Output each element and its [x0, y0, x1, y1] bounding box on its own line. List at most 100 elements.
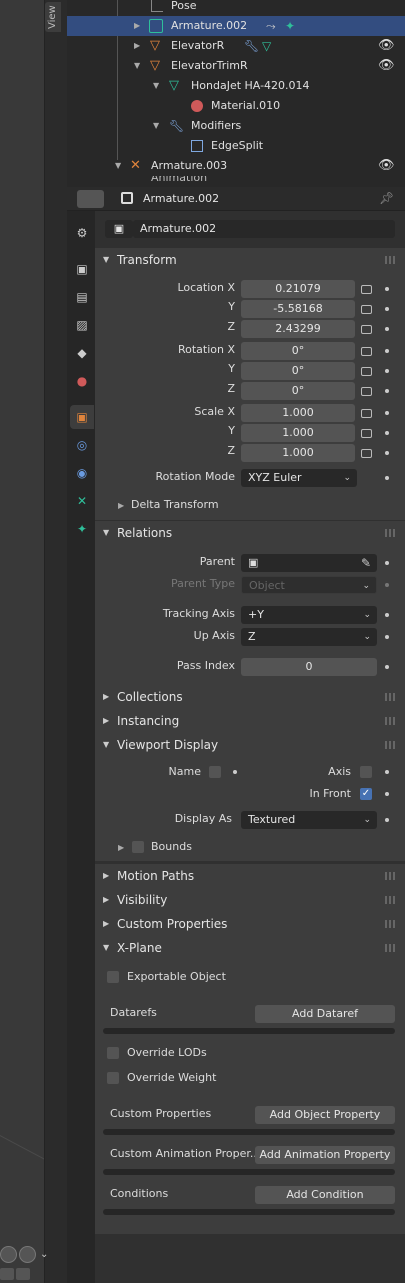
bone-icon[interactable]: ✦	[285, 16, 295, 36]
lock-icon[interactable]	[361, 387, 372, 396]
keyframe-dot-icon[interactable]	[233, 770, 237, 774]
custom-properties-panel-header[interactable]: ▶ Custom Properties	[95, 912, 405, 936]
parent-type-select[interactable]: Object ⌄	[241, 576, 377, 594]
drag-grip-icon[interactable]	[385, 717, 397, 725]
bounds-subpanel[interactable]: Bounds	[151, 840, 192, 853]
keyframe-dot-icon[interactable]	[385, 561, 389, 565]
mode-icon[interactable]	[0, 1268, 14, 1280]
outliner-row-hondajet[interactable]: ▼ ▽ HondaJet HA-420.014	[67, 76, 405, 96]
world-tab-icon[interactable]: ●	[70, 369, 94, 393]
view-tab[interactable]: View	[45, 2, 61, 32]
expand-arrow-icon[interactable]: ▼	[134, 56, 140, 76]
outliner-row-pose[interactable]: Pose	[67, 0, 405, 16]
xplane-panel-header[interactable]: ▼ X-Plane	[95, 936, 405, 960]
chevron-down-icon[interactable]: ⌄	[40, 1249, 48, 1260]
mesh-data-icon[interactable]: ▽	[262, 36, 271, 56]
drag-grip-icon[interactable]	[385, 256, 397, 264]
add-animation-property-button[interactable]: Add Animation Property	[255, 1146, 395, 1164]
delta-transform-subpanel[interactable]: Delta Transform	[131, 498, 219, 511]
drag-grip-icon[interactable]	[385, 529, 397, 537]
keyframe-dot-icon[interactable]	[385, 307, 389, 311]
name-checkbox[interactable]	[209, 766, 221, 778]
motion-paths-panel-header[interactable]: ▶ Motion Paths	[95, 864, 405, 888]
outliner-row-animation[interactable]: Animation	[67, 176, 405, 187]
lock-icon[interactable]	[361, 429, 372, 438]
up-axis-select[interactable]: Z ⌄	[241, 628, 377, 646]
keyframe-dot-icon[interactable]	[385, 818, 389, 822]
outliner-row-edgesplit[interactable]: EdgeSplit	[67, 136, 405, 156]
location-z-field[interactable]: 2.43299	[241, 320, 355, 338]
keyframe-dot-icon[interactable]	[385, 451, 389, 455]
tool-tab-icon[interactable]: ⚙	[70, 221, 94, 245]
override-lods-checkbox[interactable]	[107, 1047, 119, 1059]
output-tab-icon[interactable]: ▤	[70, 285, 94, 309]
physics-tab-icon[interactable]: ◎	[70, 433, 94, 457]
keyframe-dot-icon[interactable]	[385, 476, 389, 480]
eye-icon[interactable]: 👁︎	[378, 156, 395, 176]
editor-type-button[interactable]	[77, 190, 104, 208]
location-x-field[interactable]: 0.21079	[241, 280, 355, 298]
outliner-row-elevatorr[interactable]: ▶ ▽ ElevatorR 🔧︎ ▽ 👁︎	[67, 36, 405, 56]
add-dataref-button[interactable]: Add Dataref	[255, 1005, 395, 1023]
scale-y-field[interactable]: 1.000	[241, 424, 355, 442]
outliner-row-armature-002[interactable]: ▶ Armature.002 ⤳ ✦	[67, 16, 405, 36]
location-y-field[interactable]: -5.58168	[241, 300, 355, 318]
expand-arrow-icon[interactable]: ▼	[153, 76, 159, 96]
keyframe-dot-icon[interactable]	[385, 665, 389, 669]
tracking-axis-select[interactable]: +Y ⌄	[241, 606, 377, 624]
bounds-checkbox[interactable]	[132, 841, 144, 853]
add-object-property-button[interactable]: Add Object Property	[255, 1106, 395, 1124]
eyedropper-icon[interactable]: ✎	[361, 554, 371, 572]
3d-viewport[interactable]: View ⌄	[0, 0, 67, 1283]
visibility-panel-header[interactable]: ▶ Visibility	[95, 888, 405, 912]
render-tab-icon[interactable]: ▣	[70, 257, 94, 281]
lock-icon[interactable]	[361, 347, 372, 356]
add-condition-button[interactable]: Add Condition	[255, 1186, 395, 1204]
override-weight-checkbox[interactable]	[107, 1072, 119, 1084]
object-browse-button[interactable]: ▣︎	[105, 220, 133, 238]
material-shading-icon[interactable]	[19, 1245, 36, 1263]
viewport-display-panel-header[interactable]: ▼ Viewport Display	[95, 733, 405, 757]
axis-checkbox[interactable]	[360, 766, 372, 778]
drag-grip-icon[interactable]	[385, 872, 397, 880]
expand-arrow-icon[interactable]: ▶	[134, 36, 140, 56]
display-as-select[interactable]: Textured ⌄	[241, 811, 377, 829]
rotation-x-field[interactable]: 0°	[241, 342, 355, 360]
constraints-tab-icon[interactable]: ◉	[70, 461, 94, 485]
expand-arrow-icon[interactable]: ▶	[118, 843, 124, 852]
overlay-icon[interactable]	[16, 1268, 30, 1280]
constraint-icon[interactable]: ⤳	[266, 16, 276, 36]
object-tab-icon[interactable]: ▣	[70, 405, 94, 429]
rotation-y-field[interactable]: 0°	[241, 362, 355, 380]
keyframe-dot-icon[interactable]	[385, 369, 389, 373]
lock-icon[interactable]	[361, 305, 372, 314]
keyframe-dot-icon[interactable]	[385, 389, 389, 393]
outliner-row-elevatortrimr[interactable]: ▼ ▽ ElevatorTrimR 👁︎	[67, 56, 405, 76]
lock-icon[interactable]	[361, 325, 372, 334]
outliner-row-armature-003[interactable]: ▼ ✕ Armature.003 👁︎	[67, 156, 405, 176]
outliner-row-material[interactable]: Material.010	[67, 96, 405, 116]
expand-arrow-icon[interactable]: ▼	[153, 116, 159, 136]
rotation-mode-select[interactable]: XYZ Euler ⌄	[241, 469, 357, 487]
expand-arrow-icon[interactable]: ▶	[134, 16, 140, 36]
scale-x-field[interactable]: 1.000	[241, 404, 355, 422]
keyframe-dot-icon[interactable]	[385, 411, 389, 415]
keyframe-dot-icon[interactable]	[385, 635, 389, 639]
lock-icon[interactable]	[361, 367, 372, 376]
drag-grip-icon[interactable]	[385, 944, 397, 952]
drag-grip-icon[interactable]	[385, 693, 397, 701]
keyframe-dot-icon[interactable]	[385, 431, 389, 435]
transform-panel-header[interactable]: ▼ Transform	[95, 248, 405, 272]
keyframe-dot-icon[interactable]	[385, 770, 389, 774]
keyframe-dot-icon[interactable]	[385, 349, 389, 353]
lock-icon[interactable]	[361, 449, 372, 458]
keyframe-dot-icon[interactable]	[385, 613, 389, 617]
drag-grip-icon[interactable]	[385, 741, 397, 749]
outliner-row-modifiers[interactable]: ▼ 🔧︎ Modifiers	[67, 116, 405, 136]
lock-icon[interactable]	[361, 409, 372, 418]
view-layer-tab-icon[interactable]: ▨	[70, 313, 94, 337]
rotation-z-field[interactable]: 0°	[241, 382, 355, 400]
armature-data-tab-icon[interactable]: ✕	[70, 489, 94, 513]
pass-index-field[interactable]: 0	[241, 658, 377, 676]
keyframe-dot-icon[interactable]	[385, 792, 389, 796]
